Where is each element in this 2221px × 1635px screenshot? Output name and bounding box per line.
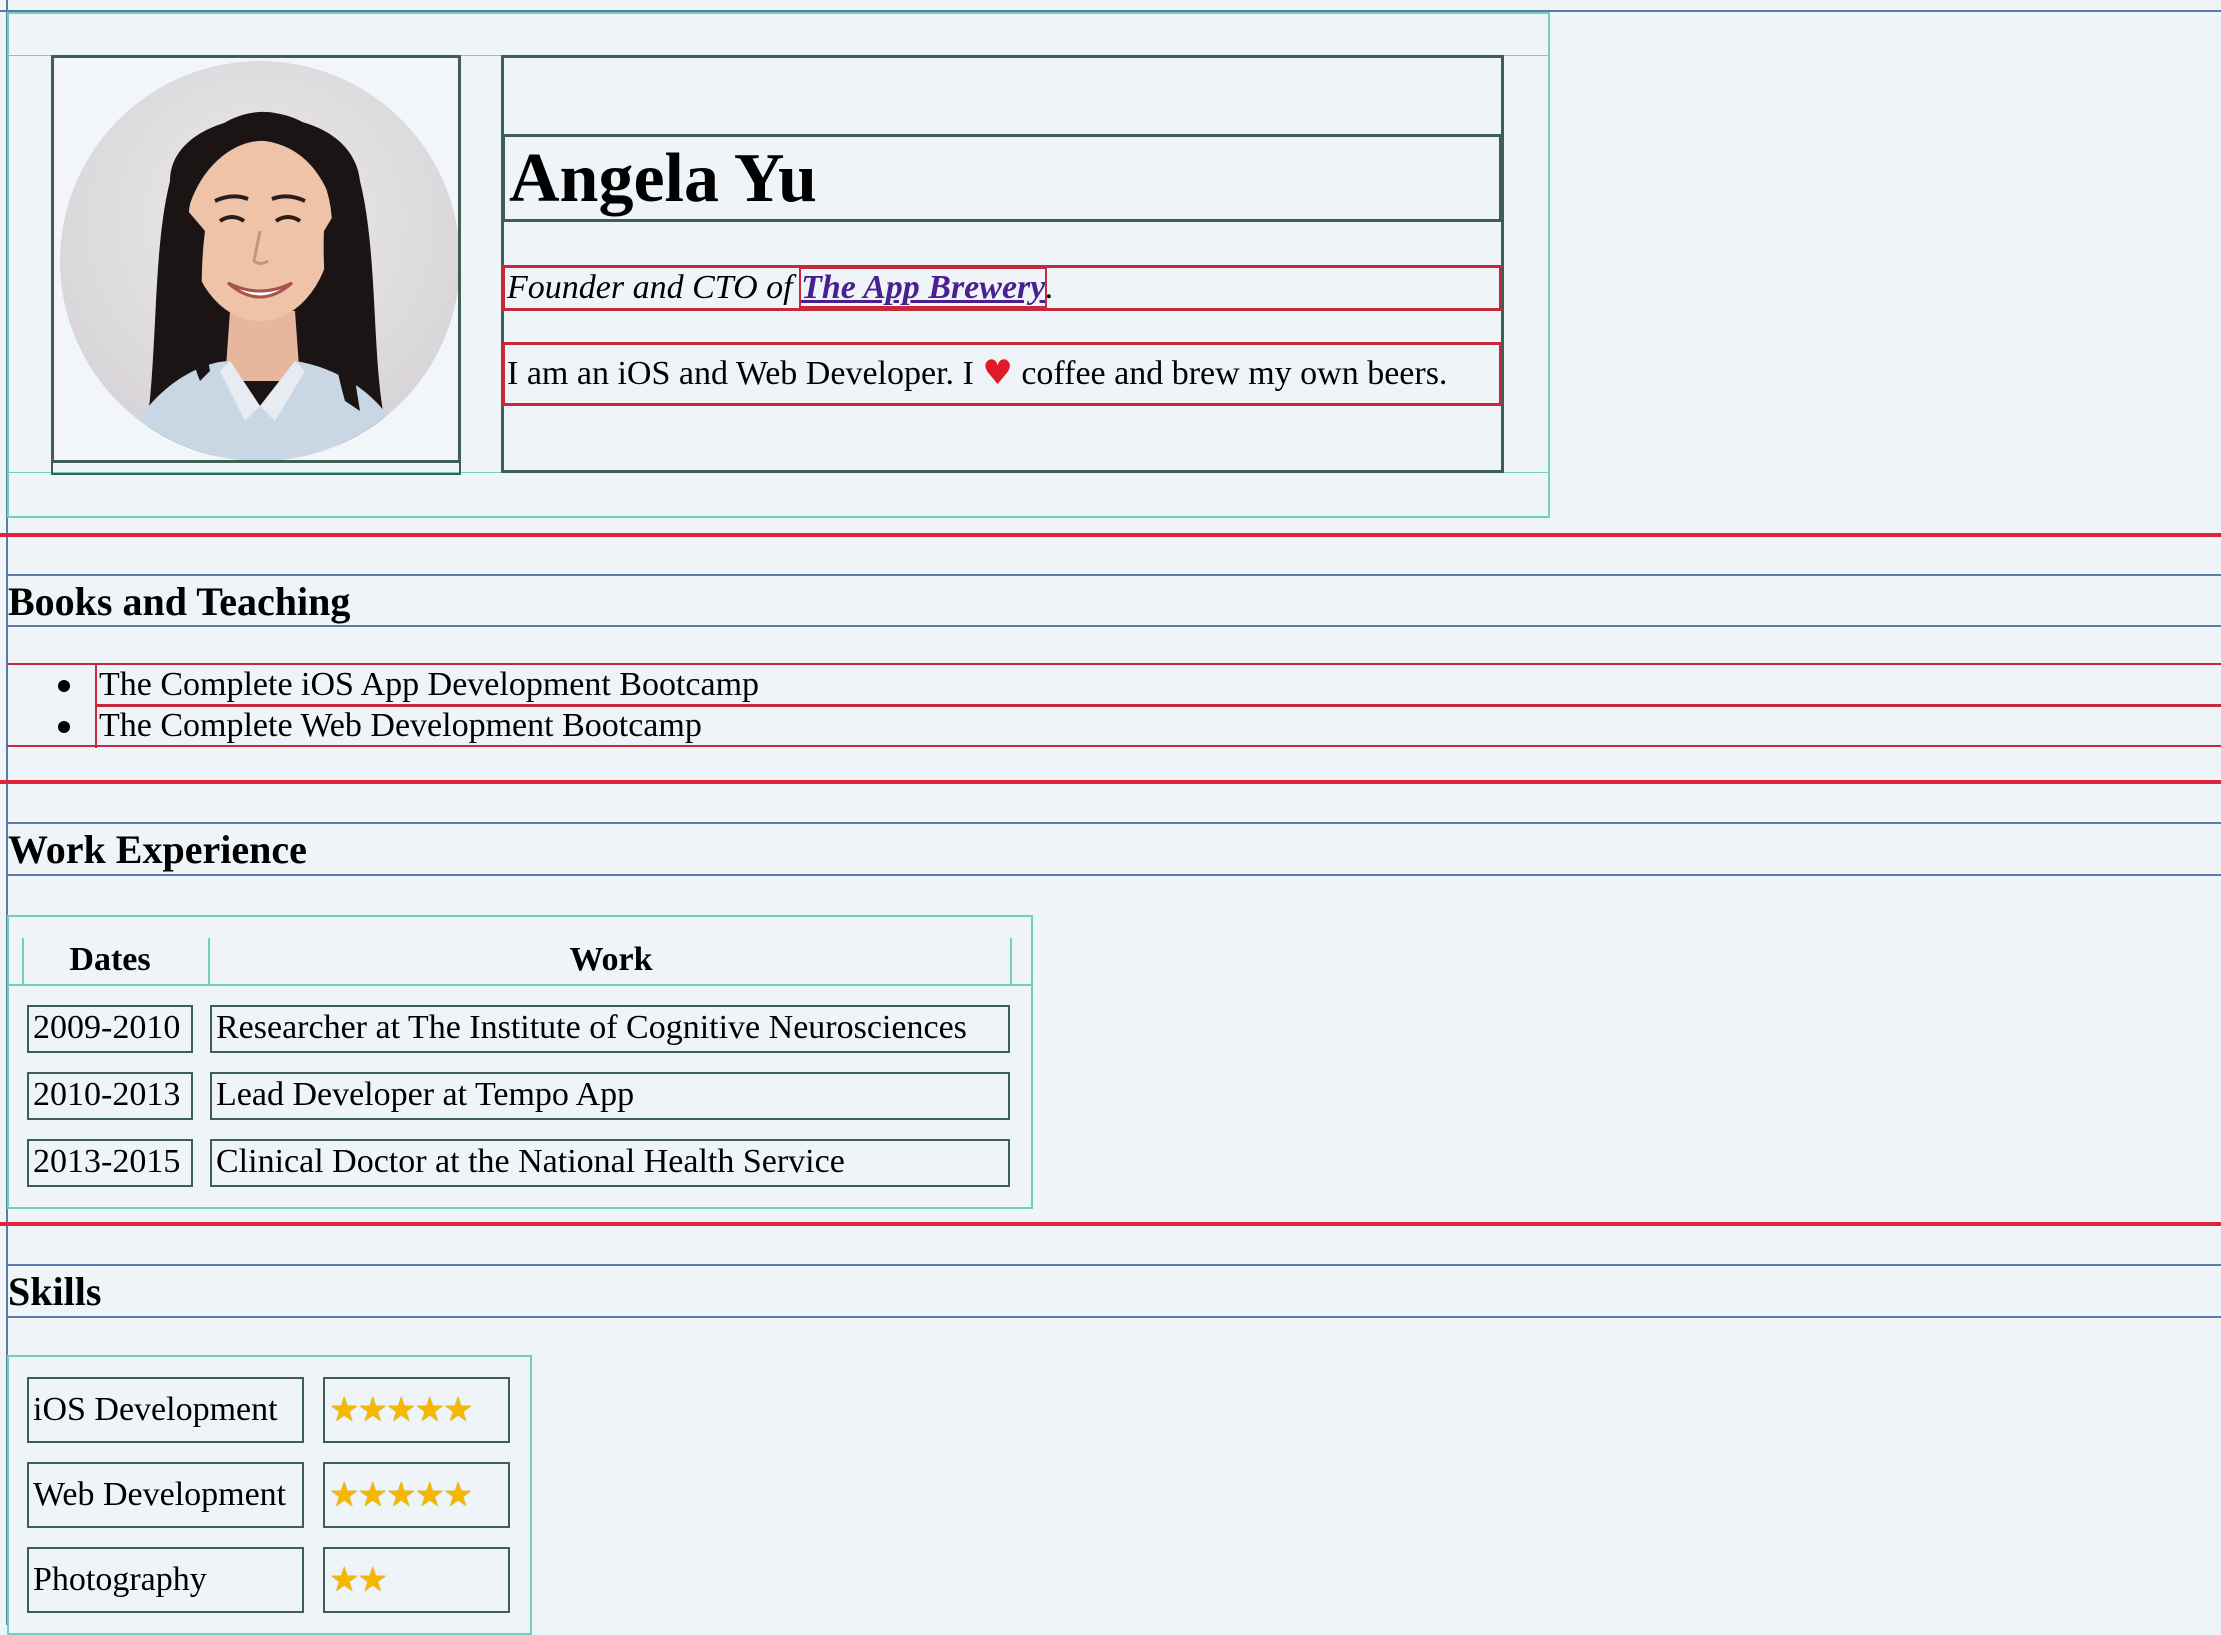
list-item: The Complete Web Development Bootcamp <box>95 706 2221 748</box>
table-cell-work: Clinical Doctor at the National Health S… <box>210 1139 1010 1187</box>
tagline-prefix: Founder and CTO of <box>507 269 802 306</box>
heading-box-bottom <box>7 874 2221 876</box>
list-item: The Complete iOS App Development Bootcam… <box>95 665 2221 707</box>
star-rating: ★★ <box>323 1547 510 1613</box>
table-cell-work: Lead Developer at Tempo App <box>210 1072 1010 1120</box>
heading-box-bottom <box>7 625 2221 627</box>
skills-heading: Skills <box>8 1269 102 1314</box>
profile-info-cell <box>501 55 1504 473</box>
photo-frame-bottom <box>51 463 461 475</box>
heading-box-top <box>7 822 2221 824</box>
work-heading: Work Experience <box>8 827 307 872</box>
skill-name: iOS Development <box>27 1377 304 1443</box>
header-cell-edge <box>1010 938 1012 984</box>
heart-icon: ♥ <box>982 353 1013 393</box>
table-cell-work: Researcher at The Institute of Cognitive… <box>210 1005 1010 1053</box>
column-header-dates: Dates <box>69 941 151 978</box>
bullet-icon <box>58 721 70 733</box>
skill-name: Photography <box>27 1547 304 1613</box>
app-brewery-link[interactable]: The App Brewery <box>799 267 1048 308</box>
skill-name: Web Development <box>27 1462 304 1528</box>
divider <box>0 780 2221 784</box>
column-header-work: Work <box>569 941 653 978</box>
bio-text-end: coffee and brew my own beers. <box>1012 355 1448 392</box>
books-heading: Books and Teaching <box>8 579 351 624</box>
heading-box-top <box>7 574 2221 576</box>
heading-box-top <box>7 1264 2221 1266</box>
table-cell-dates: 2010-2013 <box>27 1072 193 1120</box>
bullet-icon <box>58 680 70 692</box>
bio: I am an iOS and Web Developer. I ♥ coffe… <box>502 342 1502 406</box>
table-cell-dates: 2013-2015 <box>27 1139 193 1187</box>
star-rating: ★★★★★ <box>323 1462 510 1528</box>
avatar <box>60 61 458 460</box>
divider <box>0 533 2221 537</box>
page-title: Angela Yu <box>502 134 1502 222</box>
star-rating: ★★★★★ <box>323 1377 510 1443</box>
heading-box-bottom <box>7 1316 2221 1318</box>
profile-photo <box>51 55 461 463</box>
bio-text-start: I am an iOS and Web Developer. I <box>507 355 983 392</box>
tagline: Founder and CTO of The App Brewery. <box>502 265 1502 311</box>
table-cell-dates: 2009-2010 <box>27 1005 193 1053</box>
tagline-suffix: . <box>1045 269 1054 306</box>
portrait-illustration <box>120 111 410 460</box>
divider <box>0 1222 2221 1226</box>
